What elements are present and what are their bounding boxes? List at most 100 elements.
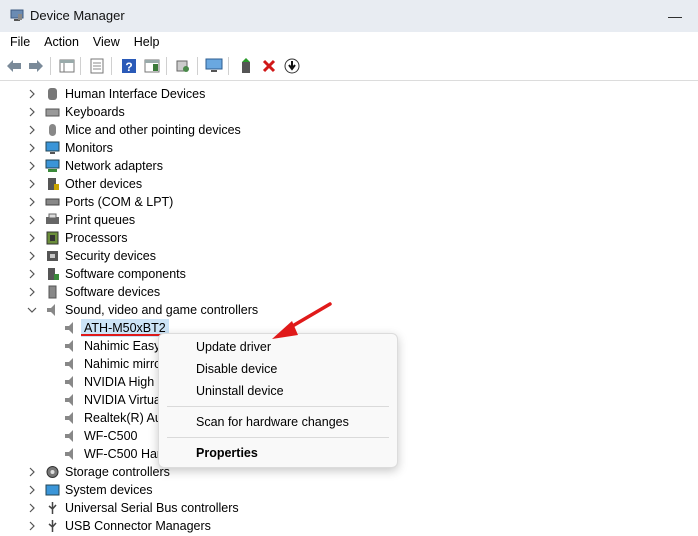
expand-chevron-icon[interactable]: [27, 157, 37, 175]
expand-chevron-icon[interactable]: [27, 499, 37, 517]
menu-help[interactable]: Help: [127, 32, 167, 52]
tree-category-label: Print queues: [65, 213, 136, 227]
tree-category-print-queues[interactable]: Print queues: [0, 211, 300, 229]
network-icon: [45, 159, 60, 172]
properties-menu-item[interactable]: Properties: [196, 443, 258, 463]
minimize-button[interactable]: —: [652, 0, 698, 32]
menu-separator: [167, 406, 389, 407]
hid-icon: [48, 88, 57, 100]
console-tree-icon: [59, 59, 75, 73]
tree-device-label: NVIDIA High D: [84, 375, 167, 389]
expand-chevron-icon[interactable]: [27, 229, 37, 247]
tree-category-processors[interactable]: Processors: [0, 229, 300, 247]
action-pane-button[interactable]: [143, 57, 161, 75]
tree-category-label: Software components: [65, 267, 186, 281]
expand-chevron-icon[interactable]: [27, 103, 37, 121]
tree-category-security[interactable]: Security devices: [0, 247, 300, 265]
forward-arrow-icon: [29, 60, 43, 72]
tree-category-system[interactable]: System devices: [0, 481, 300, 499]
expand-chevron-icon[interactable]: [27, 517, 37, 535]
usb-connector-icon: [48, 520, 57, 532]
tree-category-label: Monitors: [65, 141, 113, 155]
speaker-icon: [65, 340, 73, 352]
scan-hardware-menu-item[interactable]: Scan for hardware changes: [196, 412, 349, 432]
update-driver-toolbar-button[interactable]: [237, 57, 255, 75]
forward-button[interactable]: [27, 57, 45, 75]
expand-chevron-icon[interactable]: [27, 265, 37, 283]
minimize-icon: —: [668, 8, 682, 24]
expand-chevron-icon[interactable]: [27, 283, 37, 301]
mouse-icon: [49, 124, 56, 136]
tree-category-sound[interactable]: Sound, video and game controllers: [0, 301, 300, 319]
tree-category-usb-connector[interactable]: USB Connector Managers: [0, 517, 300, 535]
expand-chevron-icon[interactable]: [27, 139, 37, 157]
expand-chevron-icon[interactable]: [27, 175, 37, 193]
tree-category-mice[interactable]: Mice and other pointing devices: [0, 121, 300, 139]
tree-category-other[interactable]: Other devices: [0, 175, 300, 193]
uninstall-toolbar-button[interactable]: [260, 57, 278, 75]
expand-chevron-icon[interactable]: [27, 121, 37, 139]
speaker-icon: [65, 358, 73, 370]
speaker-icon: [65, 412, 73, 424]
toolbar: ?: [0, 52, 698, 81]
expand-chevron-icon[interactable]: [27, 463, 37, 481]
properties-toolbar-button[interactable]: [88, 57, 106, 75]
system-icon: [45, 484, 60, 496]
menu-file[interactable]: File: [0, 32, 37, 52]
tree-category-label: Mice and other pointing devices: [65, 123, 241, 137]
disable-toolbar-button[interactable]: [283, 57, 301, 75]
tree-category-usb[interactable]: Universal Serial Bus controllers: [0, 499, 300, 517]
tree-category-hid[interactable]: Human Interface Devices: [0, 85, 300, 103]
menu-action[interactable]: Action: [37, 32, 86, 52]
speaker-icon: [65, 448, 73, 460]
speaker-icon: [65, 322, 73, 334]
tree-device-label: Nahimic Easy: [84, 339, 161, 353]
software-device-icon: [48, 285, 57, 299]
tree-category-label: Storage controllers: [65, 465, 170, 479]
annotation-underline: [81, 334, 161, 336]
expand-chevron-icon[interactable]: [27, 481, 37, 499]
tree-category-network[interactable]: Network adapters: [0, 157, 300, 175]
monitor-icon: [45, 141, 60, 154]
help-icon: ?: [122, 59, 136, 74]
tree-category-label: Processors: [65, 231, 128, 245]
tree-category-keyboards[interactable]: Keyboards: [0, 103, 300, 121]
properties-icon: [90, 58, 104, 74]
tree-category-label: System devices: [65, 483, 153, 497]
speaker-icon: [65, 394, 73, 406]
tree-device-label: WF-C500: [84, 429, 138, 443]
expand-chevron-icon[interactable]: [27, 247, 37, 265]
uninstall-device-menu-item[interactable]: Uninstall device: [196, 381, 284, 401]
update-driver-menu-item[interactable]: Update driver: [196, 337, 271, 357]
keyboard-icon: [45, 108, 60, 117]
help-toolbar-button[interactable]: ?: [120, 57, 138, 75]
usb-icon: [48, 502, 57, 514]
tree-category-label: Human Interface Devices: [65, 87, 206, 101]
tree-category-label: Network adapters: [65, 159, 163, 173]
tree-category-software-devices[interactable]: Software devices: [0, 283, 300, 301]
security-icon: [47, 251, 58, 261]
tree-category-software-components[interactable]: Software components: [0, 265, 300, 283]
expand-chevron-icon[interactable]: [27, 193, 37, 211]
scan-hardware-button[interactable]: [174, 57, 192, 75]
tree-device-label: Nahimic mirro: [84, 357, 162, 371]
tree-category-monitors[interactable]: Monitors: [0, 139, 300, 157]
red-x-icon: [262, 59, 276, 73]
back-button[interactable]: [5, 57, 23, 75]
back-arrow-icon: [7, 60, 21, 72]
expand-chevron-icon[interactable]: [27, 85, 37, 103]
collapse-chevron-icon[interactable]: [27, 301, 37, 319]
show-hide-console-tree-button[interactable]: [58, 57, 76, 75]
scan-hardware-icon: [176, 60, 189, 72]
tree-category-label: Sound, video and game controllers: [65, 303, 259, 317]
device-manager-icon: [10, 9, 24, 21]
tree-category-label: Keyboards: [65, 105, 125, 119]
view-devices-button[interactable]: [205, 57, 223, 75]
expand-chevron-icon[interactable]: [27, 211, 37, 229]
unknown-device-icon: [48, 178, 59, 190]
menu-view[interactable]: View: [86, 32, 127, 52]
disable-device-menu-item[interactable]: Disable device: [196, 359, 277, 379]
svg-text:?: ?: [125, 60, 132, 74]
tree-category-ports[interactable]: Ports (COM & LPT): [0, 193, 300, 211]
speaker-icon: [65, 430, 73, 442]
